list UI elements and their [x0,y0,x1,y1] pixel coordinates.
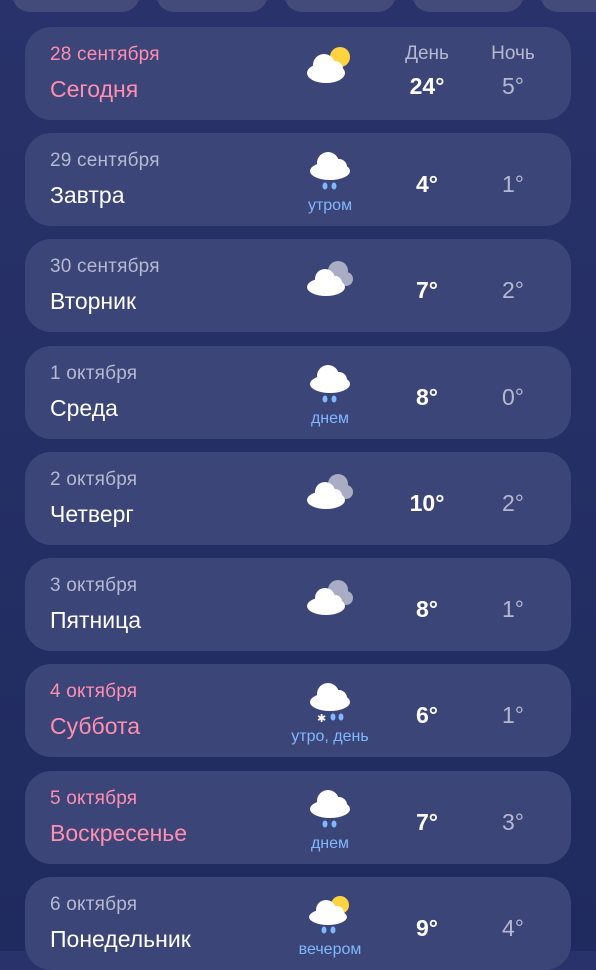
weather-icon-wrap [290,251,370,321]
svg-text:✱: ✱ [317,712,326,724]
night-temperature: 5° [502,73,524,99]
night-temperature: 1° [502,171,524,197]
cloud-rain-icon [310,365,350,403]
forecast-day-name: Пятница [50,607,142,633]
forecast-day-name: Понедельник [50,926,191,952]
forecast-day-name: Сегодня [50,76,139,102]
forecast-day-card[interactable]: 28 сентября Сегодня День Ночь 24° 5° [25,27,571,120]
forecast-date: 4 октября [50,681,138,702]
forecast-day-card[interactable]: 6 октября Понедельник вечером 9° 4° [25,877,571,970]
day-temperature: 4° [416,171,438,197]
weather-icon-wrap: днем [290,783,370,853]
day-temperature: 6° [416,702,438,728]
forecast-day-card[interactable]: 29 сентября Завтра утром 4° 1° [25,133,571,226]
forecast-date: 3 октября [50,575,138,596]
forecast-day-name: Четверг [50,501,134,527]
cloud-sleet-icon: ✱ [310,683,350,724]
cloud-rain-icon [310,152,350,190]
top-chip-3[interactable] [284,0,396,12]
night-temperature: 2° [502,277,524,303]
weather-icon-wrap: утром [290,145,370,215]
forecast-date: 29 сентября [50,150,160,171]
top-chip-2[interactable] [156,0,268,12]
forecast-day-card[interactable]: 5 октября Воскресенье днем 7° 3° [25,771,571,864]
forecast-day-name: Завтра [50,182,125,208]
top-chip-1[interactable] [12,0,140,12]
forecast-date: 30 сентября [50,256,160,277]
day-column-header: День [405,43,449,64]
weather-icon-wrap: ✱ утро, день [290,676,370,746]
forecast-day-card[interactable]: 3 октября Пятница 8° 1° [25,558,571,651]
night-temperature: 4° [502,915,524,941]
day-temperature: 7° [416,277,438,303]
weather-icon-wrap: вечером [290,889,370,959]
weather-icon-wrap: днем [290,358,370,428]
night-temperature: 2° [502,490,524,516]
precipitation-note: днем [310,410,350,427]
forecast-day-card[interactable]: 4 октября Суббота ✱ утро, день 6° 1° [25,664,571,757]
forecast-day-card[interactable]: 30 сентября Вторник 7° 2° [25,239,571,332]
day-temperature: 10° [409,490,445,516]
forecast-date: 2 октября [50,469,138,490]
sun-cloud-icon [307,47,350,83]
night-temperature: 1° [502,596,524,622]
forecast-day-name: Среда [50,395,118,421]
forecast-day-card[interactable]: 1 октября Среда днем 8° 0° [25,346,571,439]
precipitation-note: вечером [298,941,362,958]
weather-icon-wrap [290,39,370,109]
forecast-day-name: Воскресенье [50,820,188,846]
night-temperature: 1° [502,702,524,728]
top-chip-5[interactable] [540,0,596,12]
weather-icon-wrap [290,570,370,640]
night-temperature: 3° [502,809,524,835]
precipitation-note: днем [310,835,350,852]
forecast-date: 1 октября [50,363,138,384]
precipitation-note: утро, день [291,728,369,745]
forecast-day-name: Суббота [50,713,141,739]
overcast-icon [307,261,353,296]
weather-icon-wrap [290,464,370,534]
day-temperature: 8° [416,384,438,410]
day-temperature: 24° [409,73,445,99]
forecast-date: 6 октября [50,894,138,915]
day-temperature: 8° [416,596,438,622]
top-chip-4[interactable] [412,0,524,12]
night-column-header: Ночь [491,43,535,64]
forecast-date: 5 октября [50,788,138,809]
cloud-rain-icon [310,790,350,828]
overcast-icon [307,580,353,615]
forecast-day-name: Вторник [50,288,137,314]
day-temperature: 7° [416,809,438,835]
night-temperature: 0° [502,384,524,410]
day-temperature: 9° [416,915,438,941]
forecast-date: 28 сентября [50,44,160,65]
precipitation-note: утром [307,197,353,214]
overcast-icon [307,474,353,509]
sun-cloud-rain-icon [309,896,349,934]
forecast-day-card[interactable]: 2 октября Четверг 10° 2° [25,452,571,545]
